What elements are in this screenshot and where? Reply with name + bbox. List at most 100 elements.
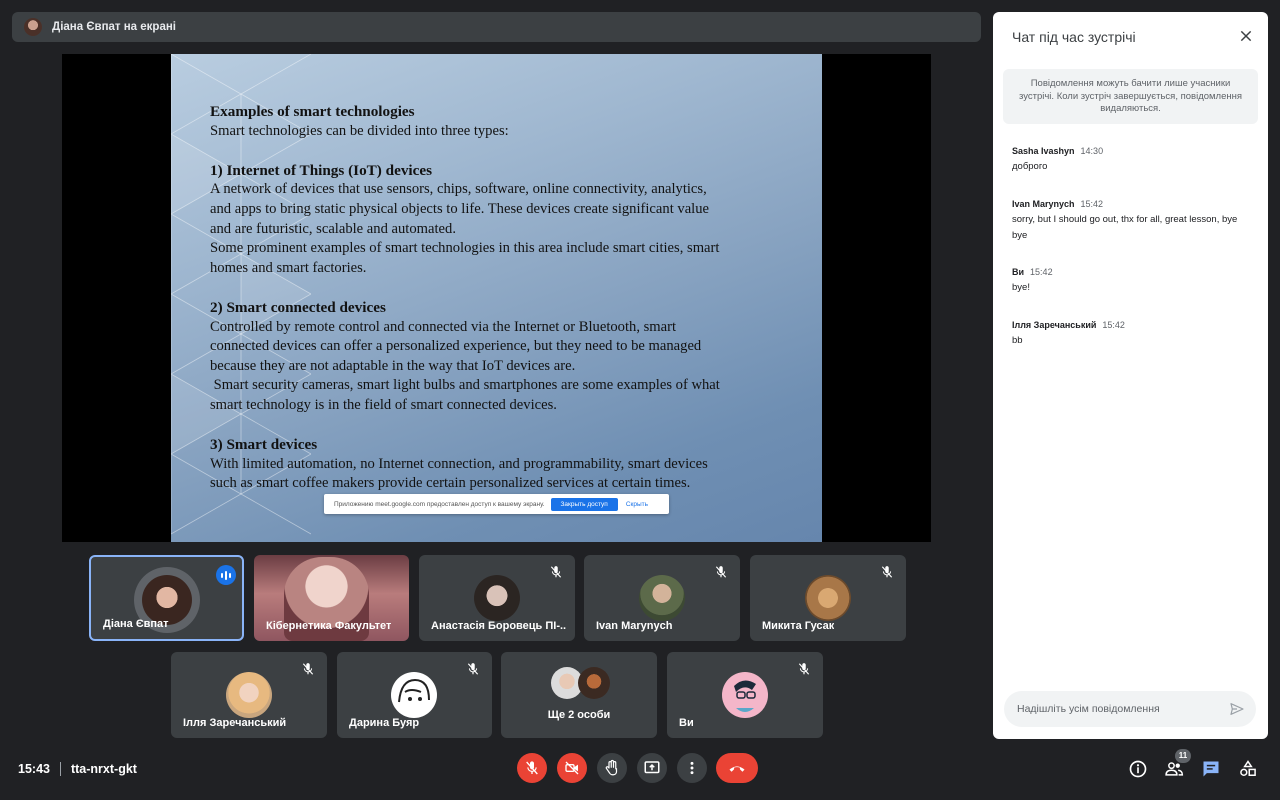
slide-line: connected devices can offer a personaliz… [210,338,702,355]
slide-section-heading: 1) Internet of Things (IoT) devices [210,161,433,179]
slide-line: homes and smart factories. [210,259,367,276]
chat-privacy-notice: Повідомлення можуть бачити лише учасники… [1003,69,1258,124]
phone-hangup-icon [729,766,745,772]
chat-button[interactable] [1200,758,1222,780]
close-icon[interactable] [1238,28,1254,44]
others-tile[interactable]: Ще 2 особи [501,652,657,738]
message-text: bye! [1012,282,1030,293]
more-options-button[interactable] [677,753,707,783]
avatar [722,672,768,718]
slide-line: and apps to bring static physical object… [210,200,709,217]
chat-message: Ви 15:42 bye! [1012,267,1252,296]
microphone-off-icon [467,663,479,675]
slide-line: A network of devices that use sensors, c… [210,181,707,198]
participant-tile[interactable]: Ivan Marynych [584,555,740,641]
present-screen-icon [644,761,660,774]
participant-name: Діана Євпат [103,618,169,630]
slide-title: Examples of smart technologies [210,103,415,120]
slide-line: because they are not adaptable in the wa… [210,357,576,374]
message-sender: Ілля Заречанський [1012,320,1097,330]
microphone-off-icon [798,663,810,675]
present-screen-button[interactable] [637,753,667,783]
chat-icon [1203,761,1219,777]
slide-section-heading: 3) Smart devices [210,436,318,454]
participant-name: Ви [679,717,694,729]
slide-line: With limited automation, no Internet con… [210,455,708,472]
message-sender: Sasha Ivashyn [1012,146,1075,156]
participant-name: Ivan Marynych [596,620,673,632]
avatar [474,575,520,621]
slide-line: Controlled by remote control and connect… [210,318,677,335]
message-time: 15:42 [1102,320,1125,330]
slide-line: such as smart coffee makers provide cert… [210,475,691,492]
participant-name: Анастасія Боровець ПІ-... [431,620,566,632]
slide-line: Smart security cameras, smart light bulb… [210,377,720,394]
send-icon[interactable] [1229,701,1245,717]
microphone-off-icon [550,566,562,578]
message-time: 15:42 [1030,267,1053,277]
microphone-off-icon [302,663,314,675]
participant-tile[interactable]: Ілля Заречанський [171,652,327,738]
slide-section-heading: 2) Smart connected devices [210,298,386,316]
chat-message: Ілля Заречанський 15:42 bb [1012,320,1252,349]
presenter-bar: Діана Євпат на екрані [12,12,981,42]
participant-tile[interactable]: Дарина Буяр [337,652,492,738]
raise-hand-button[interactable] [597,753,627,783]
screen-share-notice: Приложению meet.google.com предоставлен … [324,494,669,514]
activities-icon [1240,760,1256,776]
participant-tile[interactable]: Анастасія Боровець ПІ-... [419,555,575,641]
avatar [639,575,685,621]
presentation-slide: Examples of smart technologies Smart tec… [171,54,822,542]
message-sender: Ivan Marynych [1012,199,1075,209]
camera-toggle-button[interactable] [557,753,587,783]
chat-panel: Чат під час зустрічі Повідомлення можуть… [993,12,1268,739]
participant-name: Кібернетика Факультет [266,620,392,632]
microphone-toggle-button[interactable] [517,753,547,783]
chat-panel-title: Чат під час зустрічі [1012,29,1136,45]
hand-icon [605,759,618,776]
slide-line: and are futuristic, scalable and automat… [210,220,456,237]
microphone-off-icon [526,761,538,775]
avatar [391,672,437,718]
meeting-time: 15:43 [18,762,50,776]
more-vert-icon [690,761,694,775]
message-sender: Ви [1012,267,1025,277]
participant-name: Микита Гусак [762,620,835,632]
message-text: доброго [1012,161,1048,172]
avatar [805,575,851,621]
screen-share-stage: Examples of smart technologies Smart tec… [62,54,931,542]
stop-sharing-button[interactable]: Закрыть доступ [550,497,618,511]
message-text: sorry, but I should go out, thx for all,… [1012,214,1238,241]
meeting-code: tta-nrxt-gkt [70,762,137,776]
speaking-indicator-icon [216,565,236,585]
presenter-avatar [24,18,42,36]
chat-message: Ivan Marynych 15:42 sorry, but I should g… [1012,199,1252,243]
microphone-off-icon [881,566,893,578]
slide-intro: Smart technologies can be divided into t… [210,122,509,139]
message-time: 14:30 [1080,146,1104,156]
bottom-control-bar: 15:43 tta-nrxt-gkt [0,750,1280,790]
message-text: bb [1012,335,1023,346]
meeting-info: 15:43 tta-nrxt-gkt [18,762,137,776]
camera-off-icon [565,761,579,775]
others-label: Ще 2 особи [547,709,611,721]
participant-name: Дарина Буяр [349,717,420,729]
participant-name: Ілля Заречанський [183,717,287,729]
slide-line: smart technology is in the field of smar… [210,396,557,413]
activities-button[interactable] [1237,758,1259,780]
chat-message-input[interactable] [1004,691,1256,727]
hide-notice-link[interactable]: Скрыть [626,501,648,508]
participant-count-badge: 11 [1175,749,1191,763]
participant-tile-self[interactable]: Ви [667,652,823,738]
avatar [578,667,610,699]
participant-tile[interactable]: Діана Євпат [89,555,244,641]
participant-tile[interactable]: Кібернетика Факультет [254,555,409,641]
message-time: 15:42 [1080,199,1104,209]
microphone-off-icon [715,566,727,578]
chat-message: Sasha Ivashyn 14:30 доброго [1012,146,1252,175]
meeting-details-button[interactable] [1127,758,1149,780]
slide-text: Examples of smart technologies Smart tec… [210,102,800,494]
participant-tile[interactable]: Микита Гусак [750,555,906,641]
info-icon [1129,760,1147,778]
end-call-button[interactable] [716,753,758,783]
